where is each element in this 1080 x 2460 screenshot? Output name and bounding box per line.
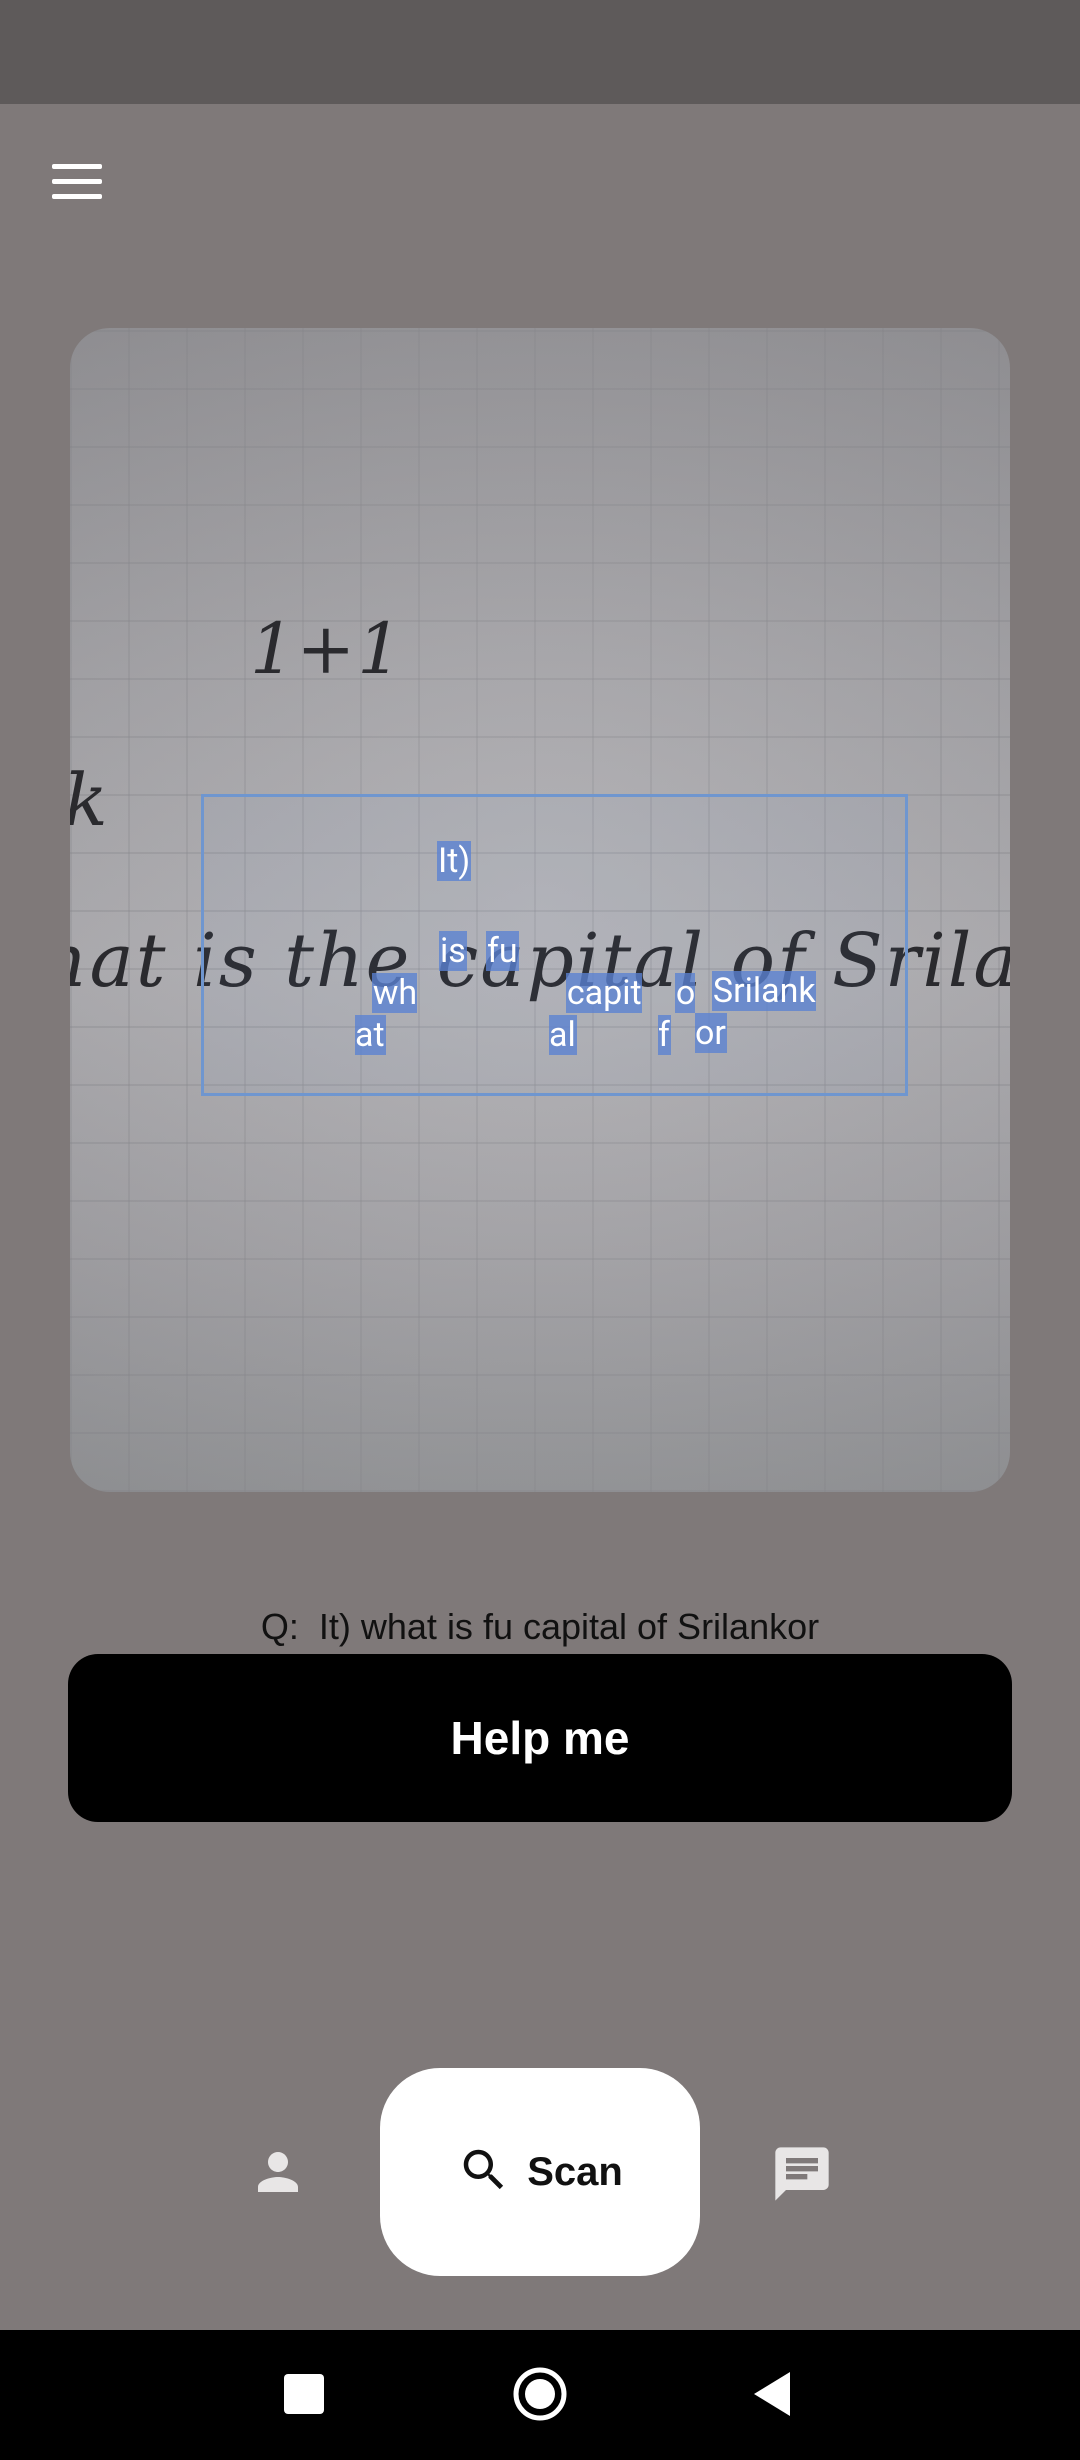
detected-word[interactable]: capit al bbox=[549, 930, 642, 1056]
system-navigation-bar bbox=[0, 2330, 1080, 2460]
person-icon[interactable] bbox=[248, 2142, 308, 2202]
question-text: Q: It) what is fu capital of Srilankor bbox=[260, 1606, 820, 1647]
detected-word[interactable]: o f bbox=[658, 930, 696, 1056]
chat-icon[interactable] bbox=[770, 2142, 834, 2206]
circle-icon[interactable] bbox=[512, 2366, 568, 2422]
detected-word[interactable]: fu bbox=[486, 930, 519, 972]
handwritten-left-fragment: k bbox=[70, 758, 110, 842]
detected-word[interactable]: It) bbox=[437, 840, 472, 882]
square-icon[interactable] bbox=[284, 2374, 324, 2414]
detected-word[interactable]: Srilank or bbox=[695, 928, 816, 1054]
handwritten-top: 1+1 bbox=[250, 608, 404, 690]
status-bar bbox=[0, 0, 1080, 104]
scan-button[interactable]: Scan bbox=[380, 2068, 700, 2276]
search-icon bbox=[457, 2143, 511, 2202]
help-me-button[interactable]: Help me bbox=[68, 1654, 1012, 1822]
hamburger-menu-icon[interactable] bbox=[40, 150, 114, 214]
triangle-back-icon[interactable] bbox=[752, 2370, 792, 2418]
detected-word[interactable]: wh at bbox=[355, 930, 418, 1056]
help-me-label: Help me bbox=[450, 1712, 630, 1764]
detected-word[interactable]: is bbox=[439, 930, 467, 972]
scan-label: Scan bbox=[527, 2149, 623, 2194]
